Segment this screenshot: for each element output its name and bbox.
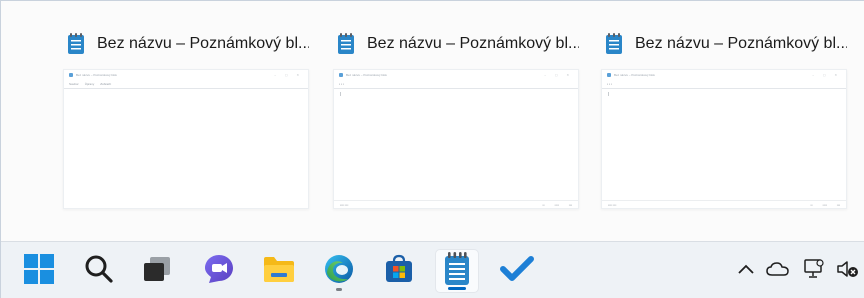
- preview-window-controls: – ▢ ✕: [274, 73, 303, 77]
- preview-menu-item: Soubor: [69, 82, 79, 86]
- start-button[interactable]: [17, 249, 61, 293]
- thumbnail-title: Bez názvu – Poznámkový bl...: [367, 35, 579, 52]
- store-icon: [383, 253, 415, 290]
- notepad-icon: [67, 33, 85, 55]
- video-chat-icon: [203, 253, 235, 290]
- status-dots: ▪▪▪▪ ▪▪▪: [608, 202, 617, 207]
- volume-button[interactable]: [837, 260, 859, 282]
- thumbnail-title: Bez názvu – Poznámkový bl...: [97, 35, 309, 52]
- show-hidden-icons-button[interactable]: [735, 260, 757, 282]
- video-chat-button[interactable]: [197, 249, 241, 293]
- divider: [334, 88, 578, 89]
- search-icon: [84, 254, 114, 289]
- windows-logo-icon: [23, 253, 55, 290]
- store-button[interactable]: [377, 249, 421, 293]
- preview-app-title: Bez názvu – Poznámkový blok: [614, 73, 655, 77]
- preview-app-title: Bez názvu – Poznámkový blok: [76, 73, 117, 77]
- thumbnail-header: Bez názvu – Poznámkový bl...: [63, 27, 325, 61]
- notepad-button[interactable]: [435, 249, 479, 293]
- chevron-up-icon: [737, 262, 755, 280]
- preview-app-title: Bez názvu – Poznámkový blok: [346, 73, 387, 77]
- todo-button[interactable]: [495, 249, 539, 293]
- notepad-icon: [337, 33, 355, 55]
- notepad-icon: [444, 251, 470, 291]
- status-dots: ▪▪▪▪ ▪▪▪: [340, 202, 349, 207]
- status-dots: ▪▪: [542, 202, 545, 207]
- divider: [64, 88, 308, 89]
- window-thumbnail-3[interactable]: Bez názvu – Poznámkový bl... Bez názvu –…: [601, 27, 863, 217]
- volume-muted-icon: [836, 259, 860, 284]
- preview-menu-bar: Soubor Úpravy Zobrazit: [64, 80, 308, 88]
- preview-window-controls: – ▢ ✕: [544, 73, 573, 77]
- task-view-button[interactable]: [135, 249, 179, 293]
- app-icon: [339, 73, 343, 77]
- network-icon: [803, 258, 825, 285]
- edge-browser-button[interactable]: [317, 249, 361, 293]
- preview-tab-bar: ▪ ▪ ▪: [602, 80, 846, 88]
- status-dots: ▪▪▪▪: [554, 202, 559, 207]
- folder-icon: [262, 254, 296, 289]
- window-thumbnail-2[interactable]: Bez názvu – Poznámkový bl... Bez názvu –…: [333, 27, 595, 217]
- preview-status-bar: ▪▪▪▪ ▪▪▪ ▪▪ ▪▪▪▪ ▪▪▪: [602, 200, 846, 208]
- app-icon: [69, 73, 73, 77]
- thumbnail-header: Bez názvu – Poznámkový bl...: [601, 27, 863, 61]
- network-button[interactable]: [803, 258, 825, 285]
- preview-menu-item: Zobrazit: [100, 82, 112, 86]
- status-dots: ▪▪▪: [836, 202, 840, 207]
- preview-tab-icon: ▪ ▪ ▪: [339, 82, 344, 86]
- notepad-icon: [605, 33, 623, 55]
- text-cursor: [340, 92, 341, 96]
- preview-tab-bar: ▪ ▪ ▪: [334, 80, 578, 88]
- window-thumbnail-1[interactable]: Bez názvu – Poznámkový bl... Bez názvu –…: [63, 27, 325, 217]
- text-cursor: [608, 92, 609, 96]
- thumbnail-flyout: Bez názvu – Poznámkový bl... Bez názvu –…: [1, 1, 864, 241]
- thumbnail-header: Bez názvu – Poznámkový bl...: [333, 27, 595, 61]
- status-dots: ▪▪▪: [568, 202, 572, 207]
- preview-tab-icon: ▪ ▪ ▪: [607, 82, 612, 86]
- divider: [602, 88, 846, 89]
- preview-status-bar: ▪▪▪▪ ▪▪▪ ▪▪ ▪▪▪▪ ▪▪▪: [334, 200, 578, 208]
- onedrive-cloud-icon: [766, 261, 790, 282]
- status-dots: ▪▪▪▪: [822, 202, 827, 207]
- preview-window-controls: – ▢ ✕: [812, 73, 841, 77]
- search-button[interactable]: [77, 249, 121, 293]
- app-icon: [607, 73, 611, 77]
- file-explorer-button[interactable]: [257, 249, 301, 293]
- window-preview: Bez názvu – Poznámkový blok – ▢ ✕ ▪ ▪ ▪ …: [601, 69, 847, 209]
- task-view-icon: [142, 255, 172, 288]
- window-preview: Bez názvu – Poznámkový blok – ▢ ✕ ▪ ▪ ▪ …: [333, 69, 579, 209]
- preview-menu-item: Úpravy: [84, 82, 95, 86]
- window-preview: Bez názvu – Poznámkový blok – ▢ ✕ Soubor…: [63, 69, 309, 209]
- edge-browser-icon: [323, 253, 355, 290]
- status-dots: ▪▪: [810, 202, 813, 207]
- onedrive-button[interactable]: [766, 260, 790, 282]
- active-indicator: [448, 287, 466, 290]
- taskbar: [1, 241, 864, 298]
- running-indicator: [336, 288, 342, 291]
- checkmark-icon: [500, 254, 534, 289]
- thumbnail-title: Bez názvu – Poznámkový bl...: [635, 35, 847, 52]
